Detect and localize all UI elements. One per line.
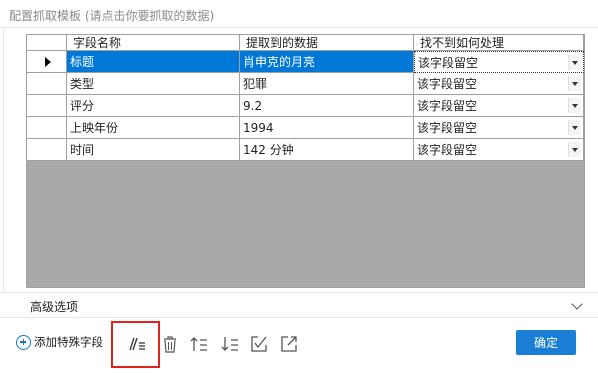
dropdown-arrow-icon[interactable]: [568, 120, 581, 135]
extracted-value-cell[interactable]: 肖申克的月亮: [240, 51, 414, 73]
row-indicator[interactable]: [27, 117, 67, 139]
field-name-cell[interactable]: 标题: [67, 51, 240, 73]
row-indicator[interactable]: [27, 51, 67, 73]
current-row-arrow-icon: [44, 56, 51, 67]
missing-action-select[interactable]: 该字段留空: [414, 51, 584, 73]
export-icon[interactable]: [278, 334, 300, 354]
chevron-down-icon[interactable]: [571, 298, 583, 310]
extracted-value-cell[interactable]: 9.2: [240, 95, 414, 117]
missing-action-value: 该字段留空: [417, 143, 478, 157]
table-row[interactable]: 上映年份 1994 该字段留空: [27, 117, 584, 139]
field-name-cell[interactable]: 评分: [67, 95, 240, 117]
missing-action-select[interactable]: 该字段留空: [414, 139, 584, 161]
dropdown-arrow-icon[interactable]: [568, 98, 581, 113]
missing-action-value: 该字段留空: [417, 121, 478, 135]
missing-action-select[interactable]: 该字段留空: [414, 95, 584, 117]
row-indicator[interactable]: [27, 139, 67, 161]
missing-action-value: 该字段留空: [417, 77, 478, 91]
highlight-annotation: [111, 321, 160, 368]
header-indicator-cell: [27, 35, 67, 51]
panel-title: 配置抓取模板 (请点击你要抓取的数据): [9, 9, 215, 23]
check-edit-icon[interactable]: [248, 334, 270, 354]
field-name-cell[interactable]: 时间: [67, 139, 240, 161]
dropdown-arrow-icon[interactable]: [568, 55, 581, 70]
extracted-value-cell[interactable]: 犯罪: [240, 73, 414, 95]
field-name-cell[interactable]: 上映年份: [67, 117, 240, 139]
column-header-field-name[interactable]: 字段名称: [67, 35, 240, 51]
column-header-missing-handling[interactable]: 找不到如何处理: [414, 35, 584, 51]
column-header-extracted-data[interactable]: 提取到的数据: [240, 35, 414, 51]
dropdown-arrow-icon[interactable]: [568, 76, 581, 91]
advanced-options-toggle[interactable]: 高级选项: [0, 292, 598, 318]
table-row[interactable]: 评分 9.2 该字段留空: [27, 95, 584, 117]
panel-left-border: [3, 27, 4, 293]
panel-divider: [0, 27, 598, 28]
extracted-value-cell[interactable]: 142 分钟: [240, 139, 414, 161]
bottom-toolbar: 添加特殊字段: [0, 322, 598, 372]
confirm-button[interactable]: 确定: [516, 330, 576, 355]
missing-action-value: 该字段留空: [417, 99, 478, 113]
add-circle-icon: [16, 334, 31, 350]
table-row[interactable]: 类型 犯罪 该字段留空: [27, 73, 584, 95]
field-grid[interactable]: 字段名称 提取到的数据 找不到如何处理 标题 肖申克的月亮 该字段留空 类型 犯…: [26, 34, 585, 288]
advanced-options-label: 高级选项: [30, 300, 79, 314]
table-row[interactable]: 标题 肖申克的月亮 该字段留空: [27, 51, 584, 73]
grid-header-row: 字段名称 提取到的数据 找不到如何处理: [27, 35, 584, 51]
missing-action-select[interactable]: 该字段留空: [414, 117, 584, 139]
add-special-field-label: 添加特殊字段: [34, 335, 103, 349]
table-row[interactable]: 时间 142 分钟 该字段留空: [27, 139, 584, 161]
missing-action-value: 该字段留空: [418, 55, 479, 70]
trash-icon[interactable]: [159, 334, 181, 354]
move-up-icon[interactable]: [188, 334, 210, 354]
field-name-cell[interactable]: 类型: [67, 73, 240, 95]
dropdown-arrow-icon[interactable]: [568, 142, 581, 157]
move-down-icon[interactable]: [219, 334, 241, 354]
row-indicator[interactable]: [27, 73, 67, 95]
missing-action-select[interactable]: 该字段留空: [414, 73, 584, 95]
row-indicator[interactable]: [27, 95, 67, 117]
add-special-field-button[interactable]: 添加特殊字段: [16, 334, 103, 350]
extracted-value-cell[interactable]: 1994: [240, 117, 414, 139]
